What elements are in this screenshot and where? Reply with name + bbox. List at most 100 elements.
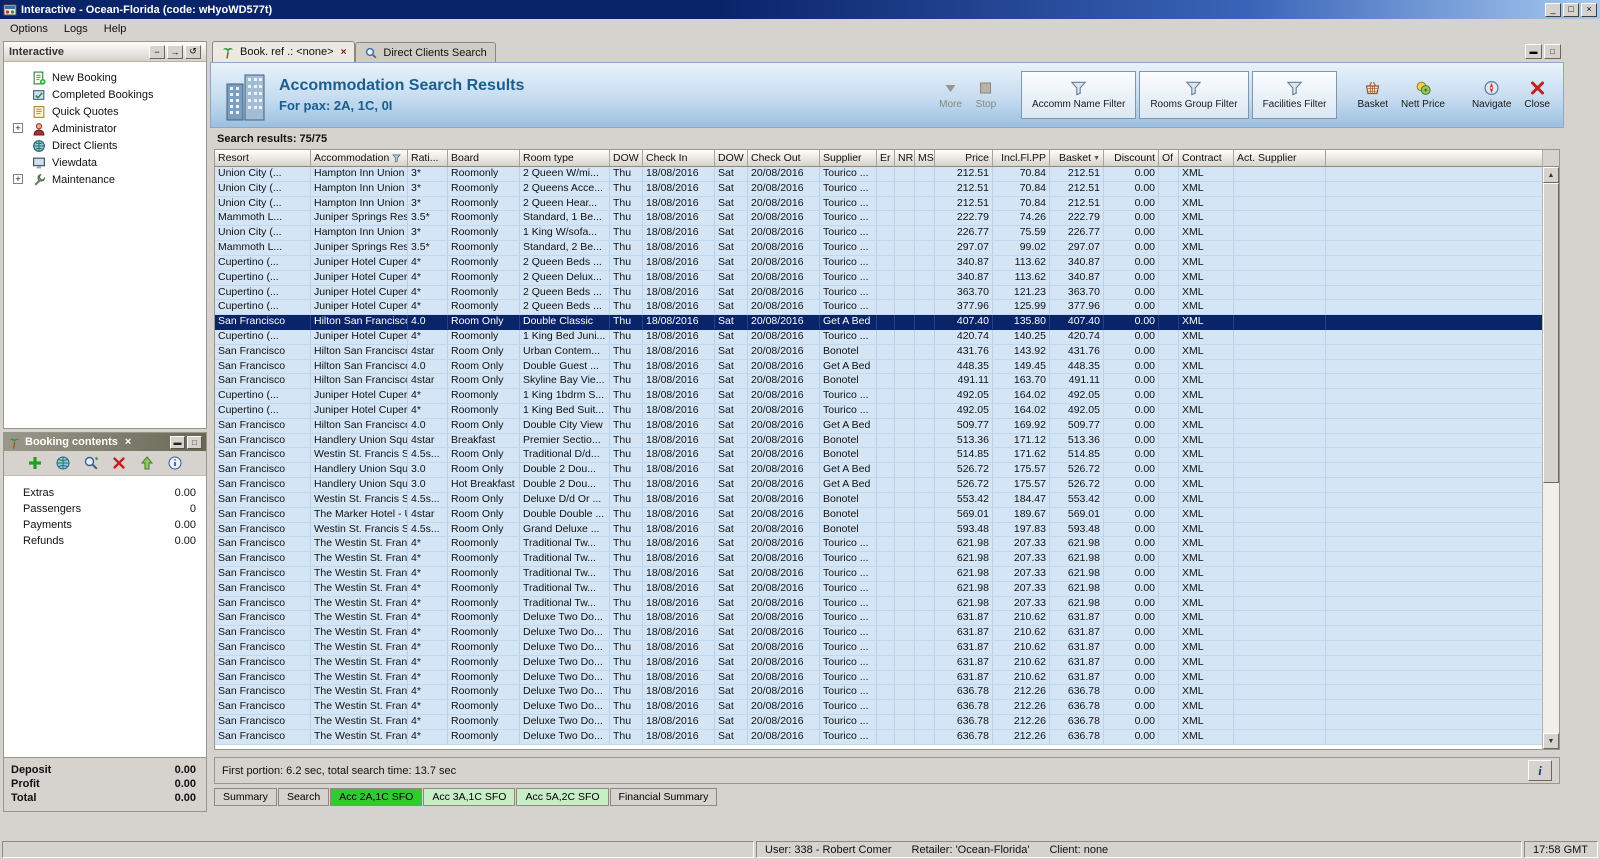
result-row[interactable]: San FranciscoThe Westin St. Franc...4*Ro… <box>215 729 1542 745</box>
column-header-dow[interactable]: DOW <box>715 150 748 167</box>
tab-book-ref[interactable]: Book. ref .: <none> × <box>212 41 356 62</box>
result-row[interactable]: San FranciscoHandlery Union Squa...4star… <box>215 433 1542 449</box>
toolbar-rooms-group-filter-button[interactable]: Rooms Group Filter <box>1139 71 1249 119</box>
column-header-ms[interactable]: MS <box>915 150 935 167</box>
sidebar-item-maintenance[interactable]: + Maintenance <box>4 171 206 188</box>
result-row[interactable]: Mammoth L...Juniper Springs Resort3.5*Ro… <box>215 241 1542 256</box>
scroll-down-button[interactable]: ▼ <box>1543 733 1559 749</box>
toolbar-accomm-name-filter-button[interactable]: Accomm Name Filter <box>1020 71 1137 119</box>
panel-dock-button[interactable]: → <box>167 44 183 59</box>
column-header-board[interactable]: Board <box>448 150 520 167</box>
window-maximize-button[interactable]: □ <box>1563 2 1579 17</box>
booking-list-item[interactable]: Refunds 0.00 <box>4 533 206 549</box>
window-minimize-button[interactable]: _ <box>1545 2 1561 17</box>
sidebar-item-administrator[interactable]: + Administrator <box>4 120 206 137</box>
sidebar-item-completed-bookings[interactable]: Completed Bookings <box>4 86 206 103</box>
column-header-price[interactable]: Price <box>935 150 993 167</box>
column-header-check-out[interactable]: Check Out <box>748 150 820 167</box>
column-header-resort[interactable]: Resort <box>215 150 311 167</box>
menu-item-help[interactable]: Help <box>96 21 135 37</box>
booking-list-item[interactable]: Extras 0.00 <box>4 485 206 501</box>
scroll-up-button[interactable]: ▲ <box>1543 167 1559 183</box>
toolbar-stop-button[interactable]: Stop <box>970 78 1002 112</box>
result-row[interactable]: San FranciscoWestin St. Francis Sa...4.5… <box>215 492 1542 508</box>
toolbar-basket-button[interactable]: Basket <box>1352 78 1393 112</box>
tabgroup-minimize-button[interactable]: ▬ <box>1525 44 1542 59</box>
booking-search-button[interactable] <box>82 455 100 472</box>
menu-item-options[interactable]: Options <box>2 21 56 37</box>
expand-toggle-icon[interactable]: + <box>13 174 23 184</box>
sidebar-item-direct-clients[interactable]: Direct Clients <box>4 137 206 154</box>
result-row[interactable]: San FranciscoThe Westin St. Franc...4*Ro… <box>215 655 1542 671</box>
result-row[interactable]: San FranciscoThe Westin St. Franc...4*Ro… <box>215 626 1542 641</box>
result-row[interactable]: San FranciscoHilton San Francisco ...4st… <box>215 344 1542 360</box>
scrollbar-track[interactable] <box>1543 483 1559 733</box>
column-header-supplier[interactable]: Supplier <box>820 150 877 167</box>
column-header-act-supplier[interactable]: Act. Supplier <box>1234 150 1326 167</box>
result-row[interactable]: San FranciscoThe Westin St. Franc...4*Ro… <box>215 552 1542 567</box>
vertical-scrollbar[interactable]: ▲ ▼ <box>1542 150 1559 749</box>
column-header-contract[interactable]: Contract <box>1179 150 1234 167</box>
tab-close-icon[interactable]: × <box>341 47 347 58</box>
result-row[interactable]: San FranciscoThe Marker Hotel - U...4sta… <box>215 507 1542 523</box>
toolbar-close-button[interactable]: Close <box>1519 78 1555 112</box>
bottom-tab-summary[interactable]: Summary <box>214 788 277 806</box>
booking-contents-close-icon[interactable]: × <box>125 436 131 448</box>
column-header-room-type[interactable]: Room type <box>520 150 610 167</box>
bottom-tab-search[interactable]: Search <box>277 788 330 806</box>
tab-direct-clients-search[interactable]: Direct Clients Search <box>355 42 496 62</box>
booking-online-button[interactable] <box>54 455 72 472</box>
sidebar-item-new-booking[interactable]: New Booking <box>4 69 206 86</box>
window-close-button[interactable]: × <box>1581 2 1597 17</box>
bottom-tab-acc-3a-1c-sfo[interactable]: Acc 3A,1C SFO <box>423 788 516 806</box>
column-header-accommodation[interactable]: Accommodation <box>311 150 408 167</box>
booking-info-button[interactable] <box>166 455 184 472</box>
booking-list-item[interactable]: Payments 0.00 <box>4 517 206 533</box>
toolbar-facilities-filter-button[interactable]: Facilities Filter <box>1251 71 1338 119</box>
result-row[interactable]: Union City (...Hampton Inn Union C...3*R… <box>215 181 1542 197</box>
tabgroup-restore-button[interactable]: □ <box>1544 44 1561 59</box>
result-row[interactable]: Cupertino (...Juniper Hotel Cuperti...4*… <box>215 389 1542 404</box>
result-row[interactable]: San FranciscoThe Westin St. Franc...4*Ro… <box>215 566 1542 582</box>
sidebar-item-viewdata[interactable]: Viewdata <box>4 154 206 171</box>
toolbar-navigate-button[interactable]: Navigate <box>1467 78 1516 112</box>
result-row[interactable]: San FranciscoThe Westin St. Franc...4*Ro… <box>215 537 1542 553</box>
result-row[interactable]: Cupertino (...Juniper Hotel Cuperti...4*… <box>215 285 1542 301</box>
result-row[interactable]: Union City (...Hampton Inn Union C...3*R… <box>215 167 1542 182</box>
booking-upload-button[interactable] <box>138 455 156 472</box>
result-row[interactable]: San FranciscoHilton San Francisco ...4st… <box>215 374 1542 390</box>
result-row[interactable]: San FranciscoHandlery Union Squa...3.0Ro… <box>215 463 1542 479</box>
result-row[interactable]: San FranciscoWestin St. Francis Sa...4.5… <box>215 522 1542 538</box>
scrollbar-thumb[interactable] <box>1543 183 1559 483</box>
result-row[interactable]: San FranciscoThe Westin St. Franc...4*Ro… <box>215 581 1542 597</box>
result-row[interactable]: Union City (...Hampton Inn Union C...3*R… <box>215 226 1542 242</box>
booking-delete-button[interactable] <box>110 455 128 472</box>
result-row[interactable]: Cupertino (...Juniper Hotel Cuperti...4*… <box>215 404 1542 419</box>
result-row[interactable]: Cupertino (...Juniper Hotel Cuperti...4*… <box>215 255 1542 271</box>
result-row[interactable]: San FranciscoThe Westin St. Franc...4*Ro… <box>215 611 1542 627</box>
booking-add-button[interactable] <box>26 455 44 472</box>
result-row[interactable]: San FranciscoHandlery Union Squa...3.0Ho… <box>215 478 1542 493</box>
result-row[interactable]: San FranciscoThe Westin St. Franc...4*Ro… <box>215 670 1542 686</box>
result-row[interactable]: San FranciscoWestin St. Francis Sa...4.5… <box>215 448 1542 464</box>
bottom-tab-acc-5a-2c-sfo[interactable]: Acc 5A,2C SFO <box>516 788 609 806</box>
result-row[interactable]: San FranciscoHilton San Francisco ...4.0… <box>215 359 1542 375</box>
result-row[interactable]: San FranciscoThe Westin St. Franc...4*Ro… <box>215 596 1542 612</box>
result-row[interactable]: Mammoth L...Juniper Springs Resort3.5*Ro… <box>215 211 1542 227</box>
column-header-dow[interactable]: DOW <box>610 150 643 167</box>
toolbar-nett-price-button[interactable]: Nett Price <box>1396 78 1450 112</box>
result-row[interactable]: San FranciscoThe Westin St. Franc...4*Ro… <box>215 641 1542 656</box>
booking-list-item[interactable]: Passengers 0 <box>4 501 206 517</box>
column-header-basket[interactable]: Basket ▼ <box>1050 150 1104 167</box>
column-header-discount[interactable]: Discount <box>1104 150 1159 167</box>
column-header-rati[interactable]: Rati... <box>408 150 448 167</box>
result-row[interactable]: Cupertino (...Juniper Hotel Cuperti...4*… <box>215 329 1542 345</box>
column-header-of[interactable]: Of <box>1159 150 1179 167</box>
result-row[interactable]: San FranciscoThe Westin St. Franc...4*Ro… <box>215 700 1542 716</box>
result-row[interactable]: Union City (...Hampton Inn Union C...3*R… <box>215 196 1542 212</box>
result-row[interactable]: San FranciscoHilton San Francisco ...4.0… <box>215 315 1542 330</box>
result-row[interactable]: Cupertino (...Juniper Hotel Cuperti...4*… <box>215 270 1542 286</box>
column-header-check-in[interactable]: Check In <box>643 150 715 167</box>
bottom-tab-acc-2a-1c-sfo[interactable]: Acc 2A,1C SFO <box>330 788 423 806</box>
column-header-er[interactable]: Er <box>877 150 895 167</box>
